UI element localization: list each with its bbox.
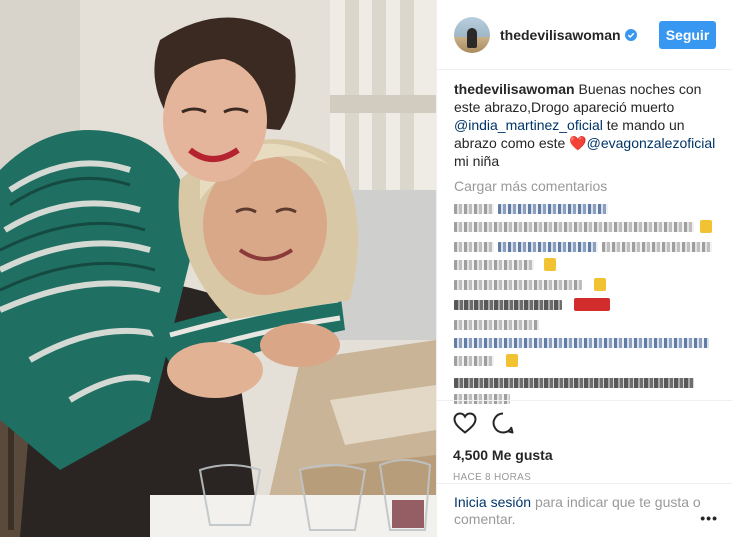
mention-eva[interactable]: @evagonzalezoficial <box>587 135 716 151</box>
blurred-comment <box>454 240 716 254</box>
blurred-comment <box>454 318 716 332</box>
blurred-comment <box>454 278 716 292</box>
mention-india[interactable]: @india_martinez_oficial <box>454 117 603 133</box>
blurred-comment <box>454 258 716 272</box>
like-heart-icon[interactable] <box>453 412 477 434</box>
blurred-comment <box>454 336 716 350</box>
caption-text-3: mi niña <box>454 153 500 169</box>
post-caption: thedevilisawoman Buenas noches con este … <box>454 80 716 170</box>
avatar[interactable] <box>454 16 490 53</box>
blurred-comment <box>454 202 716 216</box>
caption-username[interactable]: thedevilisawoman <box>454 81 575 97</box>
blurred-comment <box>454 220 716 234</box>
login-prompt: Inicia sesión para indicar que te gusta … <box>437 483 732 528</box>
post-header: thedevilisawoman Seguir <box>437 0 732 70</box>
blurred-comment <box>454 376 716 390</box>
likes-count[interactable]: 4,500 Me gusta <box>453 447 716 463</box>
more-options-icon[interactable]: ••• <box>700 510 718 527</box>
photo-illustration <box>0 0 436 537</box>
header-username[interactable]: thedevilisawoman <box>500 27 621 43</box>
instagram-post: thedevilisawoman Seguir thedevilisawoman… <box>0 0 732 537</box>
blurred-comment <box>454 298 716 312</box>
login-link[interactable]: Inicia sesión <box>454 494 531 510</box>
blurred-comment <box>454 354 716 368</box>
comment-icon[interactable] <box>491 411 515 435</box>
follow-button[interactable]: Seguir <box>659 20 716 49</box>
verified-badge-icon <box>624 28 637 41</box>
post-sidebar: thedevilisawoman Seguir thedevilisawoman… <box>436 0 732 537</box>
post-actions: 4,500 Me gusta HACE 8 HORAS <box>437 400 732 483</box>
post-photo[interactable] <box>0 0 436 537</box>
post-timestamp: HACE 8 HORAS <box>453 472 532 483</box>
action-icons <box>453 409 716 437</box>
comments-section: thedevilisawoman Buenas noches con este … <box>454 80 716 406</box>
load-more-comments[interactable]: Cargar más comentarios <box>454 178 716 194</box>
heart-emoji: ❤️ <box>569 135 587 151</box>
